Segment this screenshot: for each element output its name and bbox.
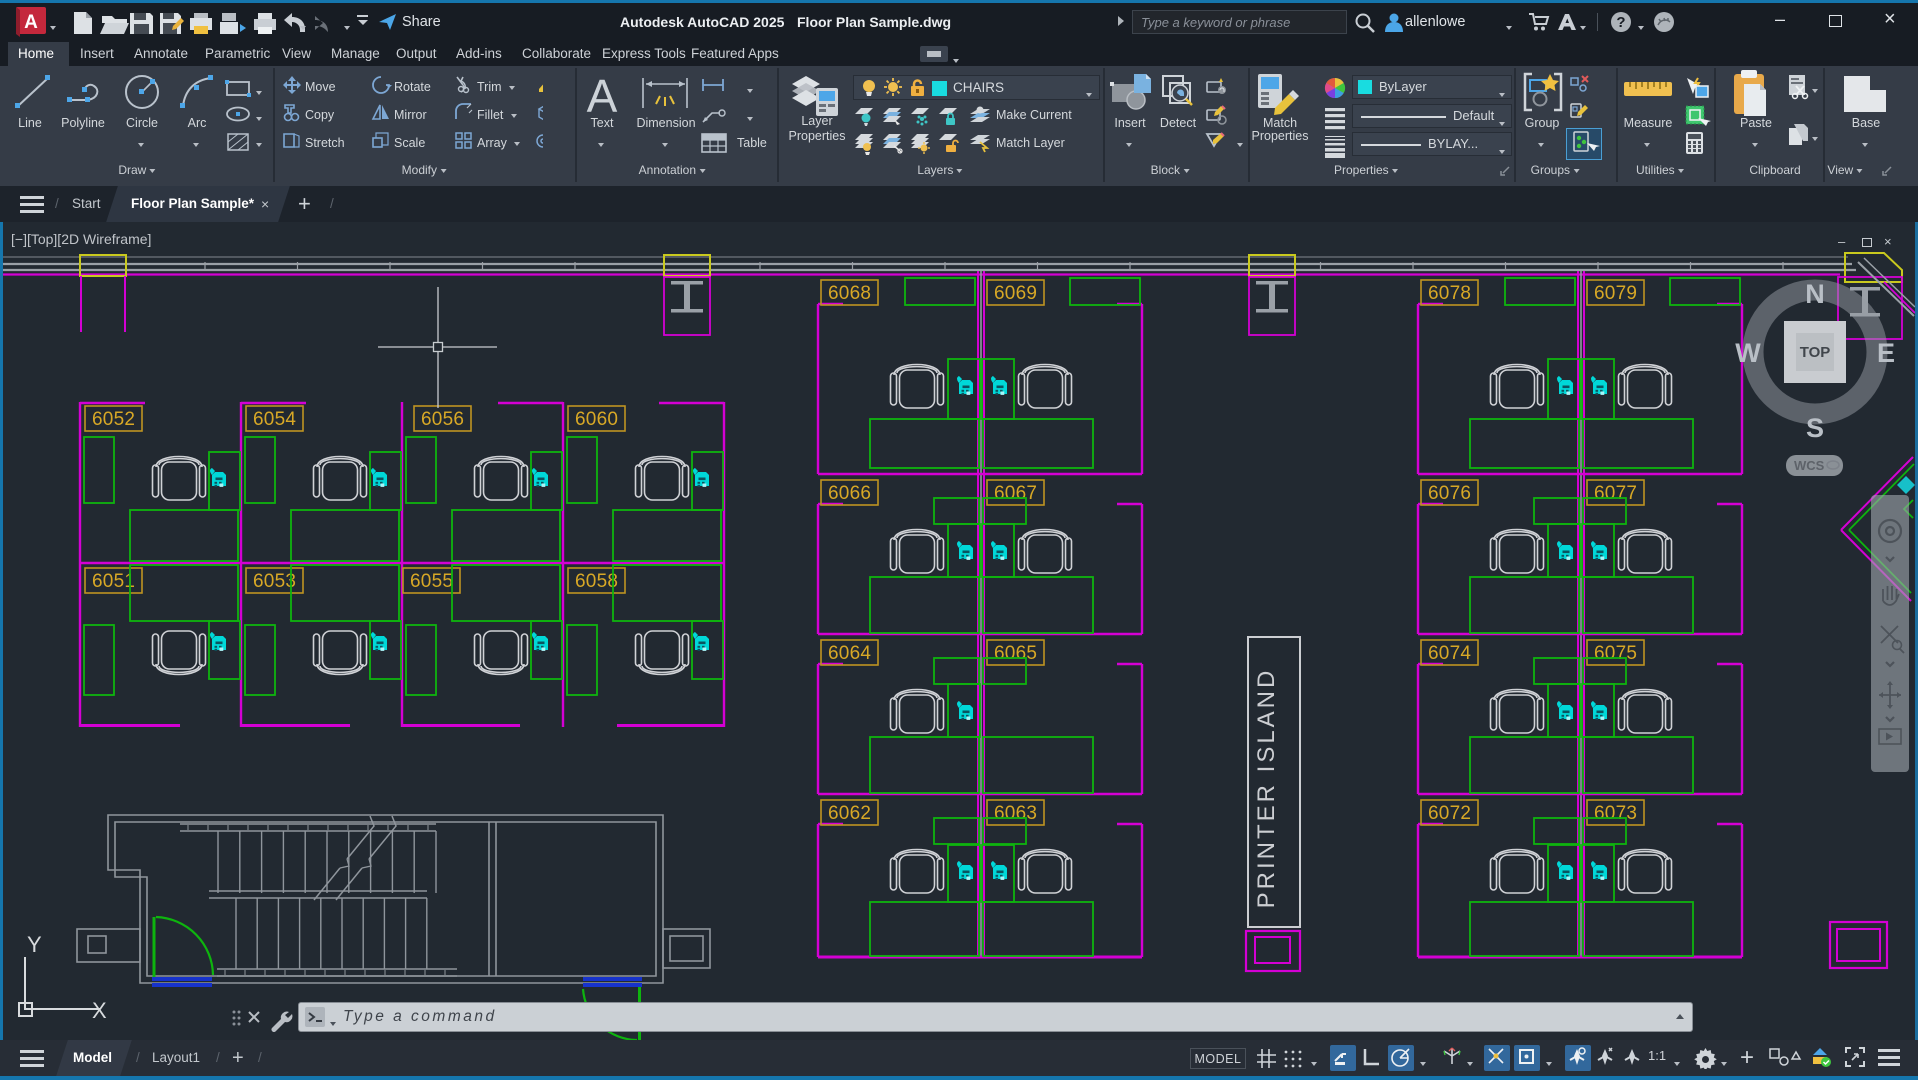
svg-text:W: W: [1735, 338, 1761, 368]
svg-text:6073: 6073: [1594, 803, 1637, 824]
svg-text:6053: 6053: [253, 571, 296, 592]
svg-text:WCS: WCS: [1794, 458, 1825, 473]
svg-text:PRINTER ISLAND: PRINTER ISLAND: [1253, 668, 1280, 909]
svg-text:6077: 6077: [1594, 483, 1637, 504]
svg-text:6056: 6056: [421, 409, 464, 430]
svg-text:6072: 6072: [1428, 803, 1471, 824]
svg-text:6064: 6064: [828, 643, 871, 664]
svg-text:6074: 6074: [1428, 643, 1471, 664]
svg-text:E: E: [1877, 338, 1895, 368]
svg-text:6051: 6051: [92, 571, 135, 592]
svg-text:6069: 6069: [994, 283, 1037, 304]
svg-text:6055: 6055: [410, 571, 453, 592]
svg-text:6063: 6063: [994, 803, 1037, 824]
svg-text:Y: Y: [27, 932, 42, 957]
svg-text:6052: 6052: [92, 409, 135, 430]
svg-text:?: ?: [1616, 14, 1625, 31]
svg-text:A: A: [24, 12, 38, 33]
svg-text:6062: 6062: [828, 803, 871, 824]
svg-text:6066: 6066: [828, 483, 871, 504]
svg-text:A: A: [587, 72, 618, 122]
svg-text:S: S: [1806, 413, 1824, 443]
svg-text:TOP: TOP: [1800, 344, 1831, 361]
svg-text:6058: 6058: [575, 571, 618, 592]
svg-text:6078: 6078: [1428, 283, 1471, 304]
svg-text:6067: 6067: [994, 483, 1037, 504]
svg-text:6068: 6068: [828, 283, 871, 304]
svg-text:6065: 6065: [994, 643, 1037, 664]
svg-text:6079: 6079: [1594, 283, 1637, 304]
svg-text:6060: 6060: [575, 409, 618, 430]
svg-text:N: N: [1805, 279, 1825, 309]
svg-text:6054: 6054: [253, 409, 296, 430]
svg-text:6075: 6075: [1594, 643, 1637, 664]
svg-text:6076: 6076: [1428, 483, 1471, 504]
